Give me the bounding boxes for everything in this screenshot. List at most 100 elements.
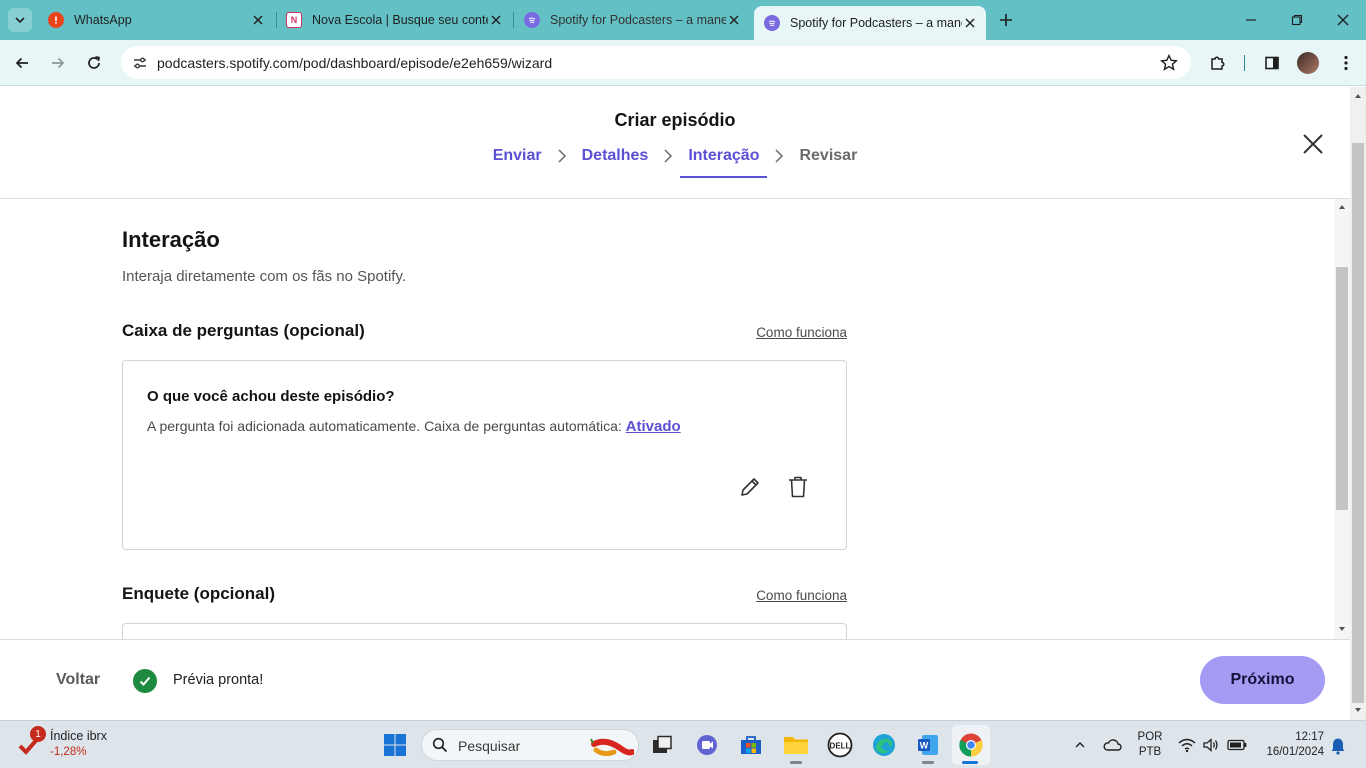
close-wizard-icon[interactable]: [1300, 131, 1326, 157]
delete-question-button[interactable]: [784, 473, 812, 501]
word-button[interactable]: W: [914, 731, 942, 759]
battery-icon[interactable]: [1227, 738, 1247, 757]
volume-icon[interactable]: [1202, 737, 1220, 758]
folder-icon: [784, 737, 808, 754]
language-code: POR: [1137, 731, 1163, 743]
word-icon: W: [918, 735, 938, 755]
reload-button[interactable]: [80, 49, 108, 77]
system-clock[interactable]: 12:17 16/01/2024: [1256, 730, 1324, 760]
chevron-right-icon: [770, 147, 788, 165]
site-settings-icon[interactable]: [131, 54, 149, 72]
poll-card: [122, 623, 847, 639]
profile-avatar[interactable]: [1297, 52, 1319, 74]
stock-widget[interactable]: 1: [16, 726, 46, 760]
onedrive-button[interactable]: [1098, 731, 1126, 759]
tab-spotify-podcasters[interactable]: Spotify for Podcasters – a mane: [514, 6, 750, 34]
close-tab-icon[interactable]: [488, 12, 504, 28]
content-scrollbar[interactable]: [1334, 199, 1350, 639]
chili-peppers-icon: [590, 738, 634, 757]
chrome-button[interactable]: [957, 731, 985, 759]
close-tab-icon[interactable]: [726, 12, 742, 28]
chevron-right-icon: [659, 147, 677, 165]
arrow-left-icon: [15, 57, 28, 69]
restore-button[interactable]: [1285, 8, 1309, 32]
questions-how-it-works-link[interactable]: Como funciona: [756, 325, 847, 340]
tab-nova-escola[interactable]: N Nova Escola | Busque seu conte: [276, 6, 512, 34]
browser-menu-button[interactable]: [1332, 49, 1360, 77]
chevron-up-icon: [1075, 742, 1085, 748]
auto-questions-toggle-link[interactable]: Ativado: [626, 418, 681, 435]
task-view-button[interactable]: [648, 731, 676, 759]
page-scrollbar[interactable]: [1350, 87, 1366, 720]
chevron-right-icon: [553, 147, 571, 165]
browser-tab-strip: WhatsApp N Nova Escola | Busque seu cont…: [0, 0, 1366, 40]
wifi-icon[interactable]: [1178, 737, 1196, 758]
scroll-down-icon[interactable]: [1354, 706, 1362, 714]
preview-status: Prévia pronta!: [173, 672, 264, 688]
scrollbar-thumb[interactable]: [1352, 143, 1364, 703]
page-subtitle: Interaja diretamente com os fãs no Spoti…: [122, 268, 407, 285]
scrollbar-thumb[interactable]: [1336, 267, 1348, 510]
windows-logo-icon: [384, 734, 406, 756]
chat-icon: [697, 735, 717, 755]
reload-icon: [88, 56, 100, 69]
check-circle-icon: [133, 669, 157, 693]
chrome-icon: [959, 733, 983, 757]
tab-search-button[interactable]: [8, 8, 32, 32]
tab-title: Spotify for Podcasters – a mane: [790, 16, 962, 30]
taskbar-search[interactable]: Pesquisar: [421, 729, 639, 761]
restore-icon: [1291, 14, 1303, 26]
edit-question-button[interactable]: [736, 473, 764, 501]
search-placeholder: Pesquisar: [458, 738, 521, 754]
whatsapp-alert-icon: [48, 12, 64, 28]
browser-toolbar: podcasters.spotify.com/pod/dashboard/epi…: [0, 40, 1366, 86]
scroll-up-icon[interactable]: [1354, 92, 1362, 100]
file-explorer-button[interactable]: [782, 731, 810, 759]
notifications-bell-icon[interactable]: [1330, 737, 1346, 760]
extensions-button[interactable]: [1204, 49, 1232, 77]
running-indicator: [790, 761, 802, 764]
back-nav-button[interactable]: [8, 49, 36, 77]
show-hidden-icons-button[interactable]: [1066, 731, 1094, 759]
page-viewport: Criar episódio Enviar Detalhes Interação…: [0, 87, 1350, 720]
next-button[interactable]: Próximo: [1200, 656, 1325, 704]
tab-title: Nova Escola | Busque seu conte: [312, 13, 488, 27]
step-revisar: Revisar: [799, 147, 858, 164]
store-button[interactable]: [737, 731, 765, 759]
step-enviar[interactable]: Enviar: [485, 147, 550, 165]
questions-section-title: Caixa de perguntas (opcional): [122, 321, 365, 340]
new-tab-button[interactable]: [994, 8, 1018, 32]
tab-whatsapp[interactable]: WhatsApp: [38, 6, 274, 34]
tab-spotify-podcasters-active[interactable]: Spotify for Podcasters – a mane: [754, 6, 986, 40]
kebab-menu-icon: [1344, 55, 1348, 71]
step-detalhes[interactable]: Detalhes: [574, 147, 657, 165]
poll-section-title: Enquete (opcional): [122, 584, 275, 603]
address-bar[interactable]: podcasters.spotify.com/pod/dashboard/epi…: [121, 46, 1191, 79]
edge-browser-button[interactable]: [870, 731, 898, 759]
teams-chat-button[interactable]: [693, 731, 721, 759]
step-interacao[interactable]: Interação: [680, 147, 768, 178]
page-title: Interação: [122, 227, 220, 252]
stock-name: Índice ibrx: [50, 729, 107, 743]
dell-app-button[interactable]: DELL: [826, 731, 854, 759]
close-window-button[interactable]: [1331, 8, 1355, 32]
minimize-button[interactable]: [1239, 8, 1263, 32]
input-language[interactable]: POR PTB: [1137, 730, 1163, 760]
back-button[interactable]: Voltar: [56, 671, 100, 689]
arrow-right-icon: [52, 57, 65, 69]
bookmark-star-icon[interactable]: [1159, 53, 1179, 73]
tab-title: WhatsApp: [74, 13, 132, 27]
poll-how-it-works-link[interactable]: Como funciona: [756, 588, 847, 603]
forward-nav-button[interactable]: [44, 49, 72, 77]
close-tab-icon[interactable]: [250, 12, 266, 28]
close-tab-icon[interactable]: [962, 15, 978, 31]
scroll-down-icon[interactable]: [1338, 625, 1346, 633]
pencil-icon: [741, 478, 759, 496]
side-panel-button[interactable]: [1258, 49, 1286, 77]
question-card: O que você achou deste episódio? A pergu…: [122, 360, 847, 550]
keyboard-layout: PTB: [1138, 746, 1162, 758]
question-note: A pergunta foi adicionada automaticament…: [147, 418, 681, 435]
wizard-steps: Enviar Detalhes Interação Revisar: [0, 147, 1350, 178]
scroll-up-icon[interactable]: [1338, 203, 1346, 211]
start-button[interactable]: [381, 731, 409, 759]
